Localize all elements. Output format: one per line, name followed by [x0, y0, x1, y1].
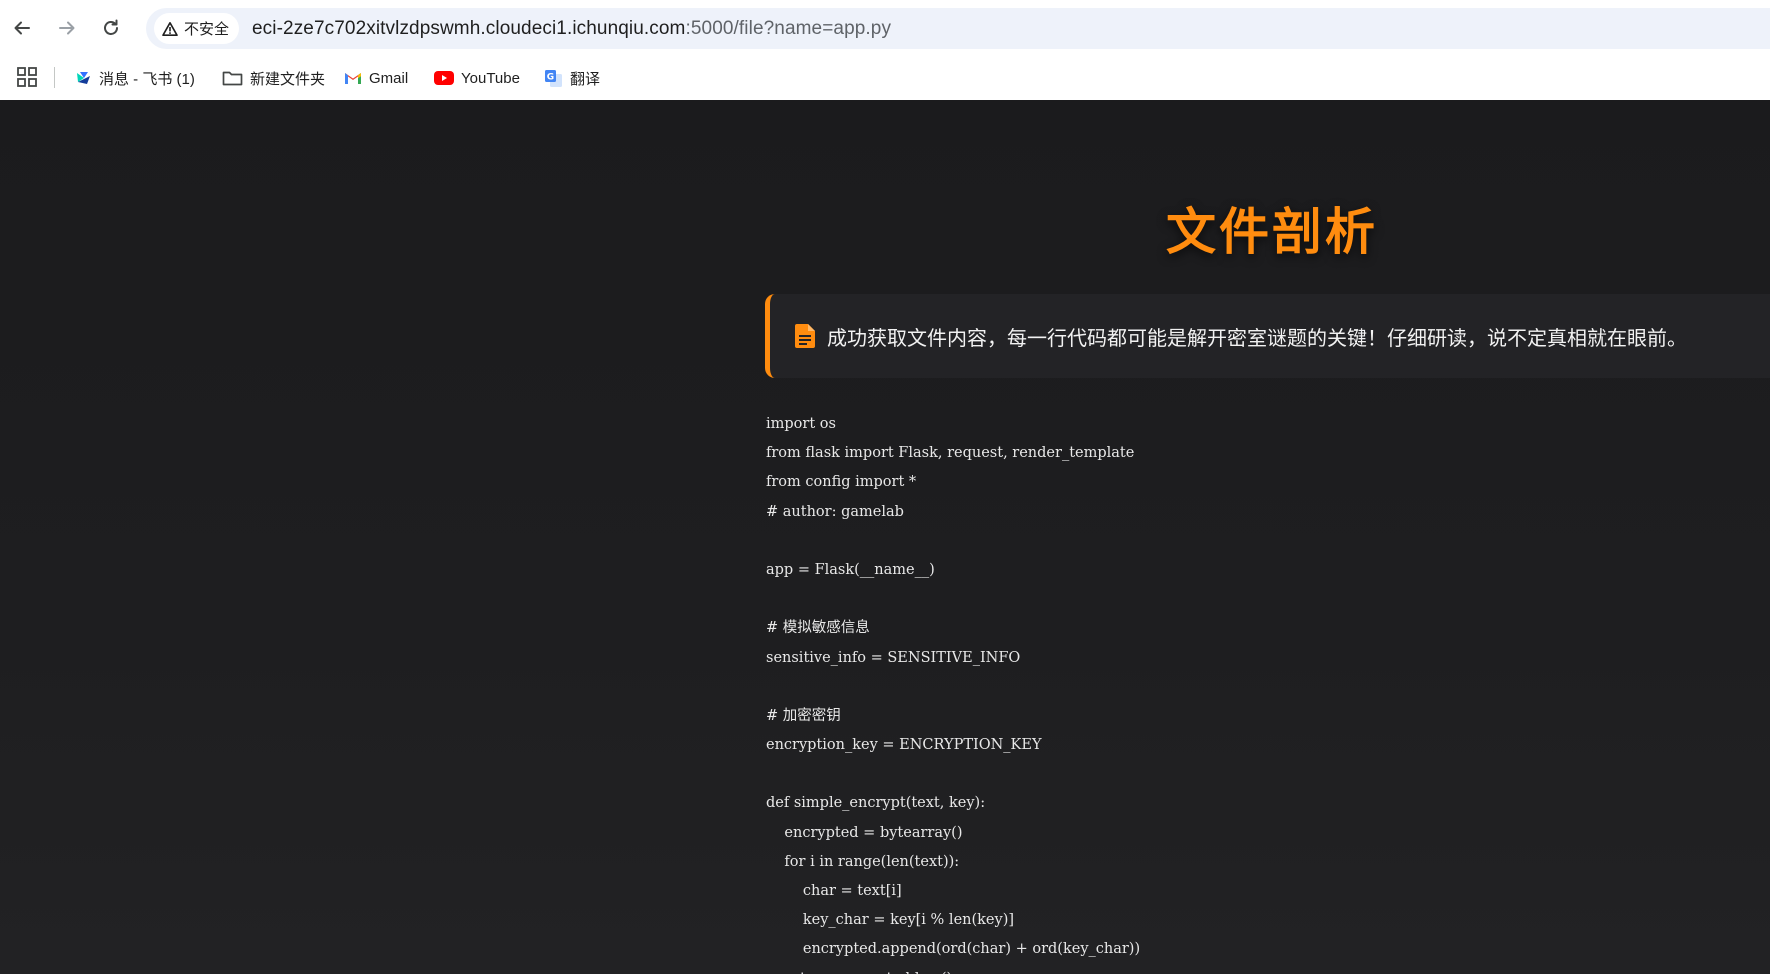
- arrow-right-icon: [59, 21, 75, 35]
- bookmark-label: 新建文件夹: [250, 70, 326, 88]
- bookmarks-divider: [54, 67, 55, 88]
- bookmarks-bar: 消息 - 飞书 (1) 新建文件夹 Gmail YouTube G 翻译: [0, 56, 1770, 100]
- code-line: for i in range(len(text)):: [766, 853, 960, 870]
- code-line: # 模拟敏感信息: [766, 620, 870, 637]
- code-line: import os: [766, 416, 836, 432]
- bookmark-gmail[interactable]: Gmail: [344, 63, 408, 93]
- svg-text:G: G: [547, 72, 554, 82]
- forward-button[interactable]: [47, 8, 87, 48]
- file-icon: [795, 324, 815, 348]
- code-line: from config import *: [766, 474, 917, 491]
- feishu-icon: [77, 72, 90, 84]
- code-line: # 加密密钥: [766, 707, 841, 724]
- url-path: :5000/file?name=app.py: [685, 17, 892, 39]
- gmail-icon: [345, 73, 361, 84]
- warning-icon: [162, 21, 178, 36]
- success-notice: 成功获取文件内容，每一行代码都可能是解开密室谜题的关键！仔细研读，说不定真相就在…: [765, 294, 1770, 378]
- address-bar[interactable]: 不安全 eci-2ze7c702xitvlzdpswmh.cloudeci1.i…: [146, 8, 1770, 49]
- arrow-left-icon: [14, 21, 30, 35]
- code-line: char = text[i]: [766, 883, 902, 899]
- code-line: def simple_encrypt(text, key):: [766, 795, 986, 812]
- back-button[interactable]: [2, 8, 42, 48]
- security-chip[interactable]: 不安全: [154, 13, 240, 44]
- bookmark-feishu[interactable]: 消息 - 飞书 (1): [74, 63, 195, 93]
- reload-button[interactable]: [91, 8, 131, 48]
- bookmark-new-folder[interactable]: 新建文件夹: [222, 63, 325, 93]
- code-line: encryption_key = ENCRYPTION_KEY: [766, 737, 1042, 754]
- apps-grid-icon: [17, 67, 37, 87]
- code-line: from flask import Flask, request, render…: [766, 445, 1135, 462]
- bookmark-translate[interactable]: G 翻译: [544, 63, 600, 93]
- browser-toolbar: 不安全 eci-2ze7c702xitvlzdpswmh.cloudeci1.i…: [0, 0, 1770, 56]
- bookmark-label: Gmail: [369, 69, 409, 87]
- code-line: return encrypted.hex(): [766, 965, 1766, 974]
- translate-icon: G: [545, 69, 562, 87]
- reload-icon: [104, 19, 118, 35]
- url-host: eci-2ze7c702xitvlzdpswmh.cloudeci1.ichun…: [252, 17, 686, 39]
- page-title: 文件剖析: [1166, 203, 1378, 261]
- code-line: # author: gamelab: [766, 503, 904, 520]
- code-line: encrypted = bytearray(): [766, 824, 963, 841]
- notice-text: 成功获取文件内容，每一行代码都可能是解开密室谜题的关键！仔细研读，说不定真相就在…: [827, 325, 1687, 350]
- bookmark-youtube[interactable]: YouTube: [434, 63, 520, 93]
- bookmark-label: YouTube: [461, 69, 520, 87]
- url-text[interactable]: eci-2ze7c702xitvlzdpswmh.cloudeci1.ichun…: [252, 18, 891, 40]
- code-line: encrypted.append(ord(char) + ord(key_cha…: [766, 941, 1141, 958]
- apps-button[interactable]: [15, 65, 39, 89]
- page-content: 文件剖析 成功获取文件内容，每一行代码都可能是解开密室谜题的关键！仔细研读，说不…: [0, 100, 1770, 974]
- code-line: key_char = key[i % len(key)]: [766, 912, 1015, 929]
- folder-icon: [222, 71, 243, 86]
- youtube-icon: [434, 71, 454, 85]
- code-line: sensitive_info = SENSITIVE_INFO: [766, 649, 1021, 666]
- code-line: app = Flask(__name__): [766, 561, 935, 578]
- bookmark-label: 消息 - 飞书 (1): [99, 70, 195, 88]
- security-label: 不安全: [184, 21, 230, 38]
- bookmark-label: 翻译: [570, 70, 601, 88]
- code-block: import os from flask import Flask, reques…: [766, 410, 1766, 974]
